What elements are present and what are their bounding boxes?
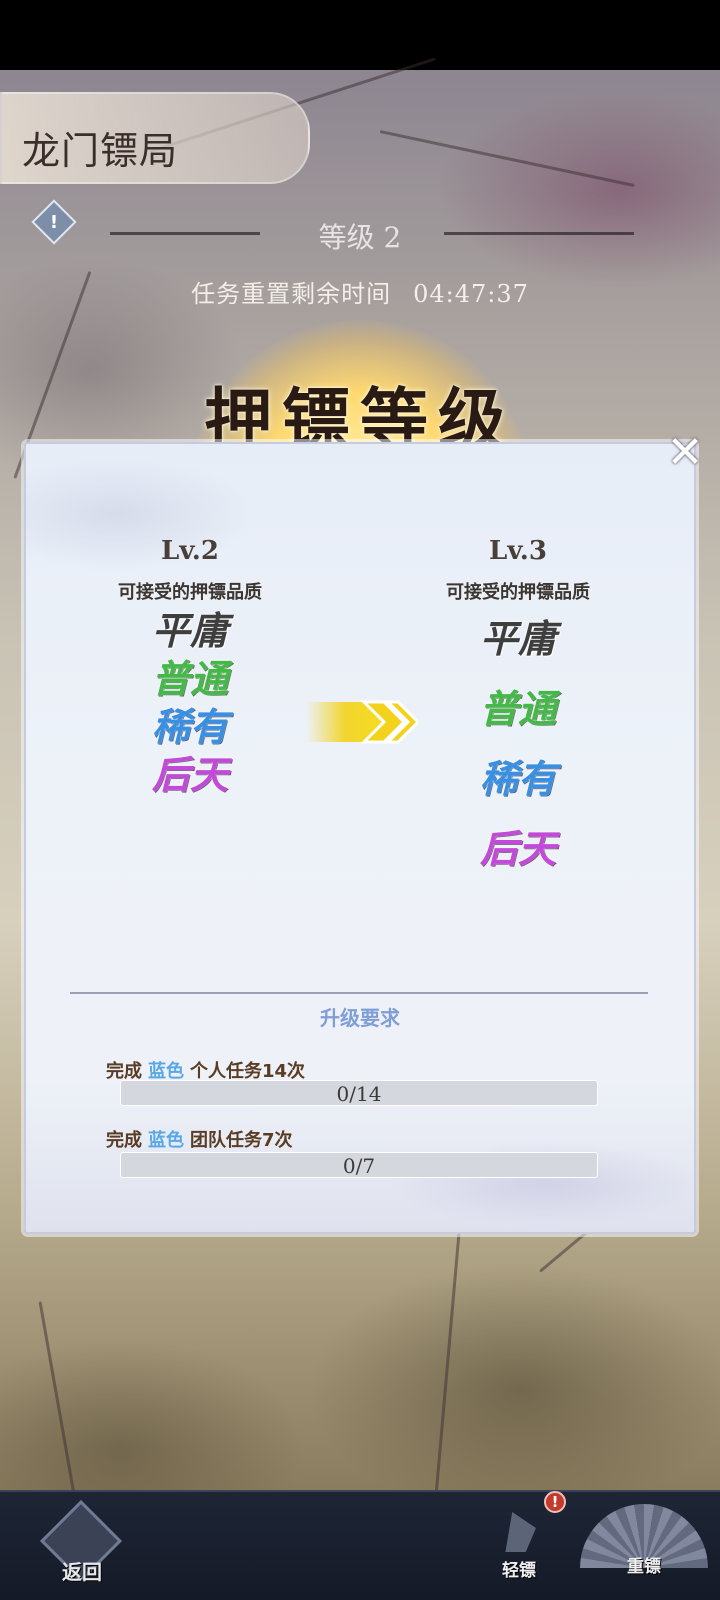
reset-timer: 任务重置剩余时间 04:47:37 xyxy=(0,274,720,309)
notification-badge: ! xyxy=(544,1491,566,1513)
level-divider-left xyxy=(110,232,260,235)
requirement-1-progress-bar: 0/14 xyxy=(120,1080,598,1106)
next-quality-2: 普通 xyxy=(479,686,556,731)
requirement-2-progress-bar: 0/7 xyxy=(120,1152,598,1178)
close-icon[interactable]: ✕ xyxy=(662,430,708,476)
requirement-color-word: 蓝色 xyxy=(148,1130,184,1151)
tab-heavy-escort-label: 重镖 xyxy=(627,1557,661,1577)
current-level: Lv.2 xyxy=(161,536,219,566)
current-level-column: Lv.2 可接受的押镖品质 平庸 普通 稀有 后天 xyxy=(70,536,310,797)
progress-text: 0/7 xyxy=(342,1154,376,1178)
requirement-prefix: 完成 xyxy=(106,1061,142,1082)
next-quality-subtitle: 可接受的押镖品质 xyxy=(446,582,590,603)
requirement-2-text: 完成 蓝色 团队任务7次 xyxy=(106,1126,293,1152)
current-quality-1: 平庸 xyxy=(151,608,228,653)
next-quality-3: 稀有 xyxy=(479,756,556,801)
current-quality-2: 普通 xyxy=(151,656,228,701)
next-level-column: Lv.3 可接受的押镖品质 平庸 普通 稀有 后天 xyxy=(398,536,638,876)
page-title: 龙门镖局 xyxy=(22,129,179,173)
timer-label: 任务重置剩余时间 xyxy=(191,280,392,308)
current-quality-4: 后天 xyxy=(151,752,228,797)
current-quality-3: 稀有 xyxy=(151,704,228,749)
requirement-color-word: 蓝色 xyxy=(148,1061,184,1082)
saw-blade-icon xyxy=(505,1512,536,1552)
level-divider-right xyxy=(444,232,634,235)
next-level: Lv.3 xyxy=(489,536,547,566)
requirement-task: 团队任务7次 xyxy=(190,1130,293,1151)
next-quality-1: 平庸 xyxy=(479,616,556,661)
next-quality-4: 后天 xyxy=(479,826,556,871)
requirement-task: 个人任务14次 xyxy=(190,1061,306,1082)
exclamation-icon: ! xyxy=(49,211,59,233)
progress-text: 0/14 xyxy=(336,1082,382,1106)
requirement-prefix: 完成 xyxy=(106,1130,142,1151)
requirements-divider xyxy=(70,992,648,994)
back-button[interactable]: 返回 xyxy=(39,1499,124,1588)
back-label: 返回 xyxy=(62,1560,102,1584)
level-label: 等级 2 xyxy=(318,221,402,254)
tab-light-escort[interactable]: 轻镖 xyxy=(492,1498,546,1590)
status-bar-area xyxy=(0,0,720,70)
timer-value: 04:47:37 xyxy=(413,280,529,308)
requirements-title: 升级要求 xyxy=(320,1006,400,1030)
tab-light-escort-label: 轻镖 xyxy=(502,1561,536,1581)
tab-heavy-escort[interactable]: 重镖 xyxy=(580,1494,708,1594)
